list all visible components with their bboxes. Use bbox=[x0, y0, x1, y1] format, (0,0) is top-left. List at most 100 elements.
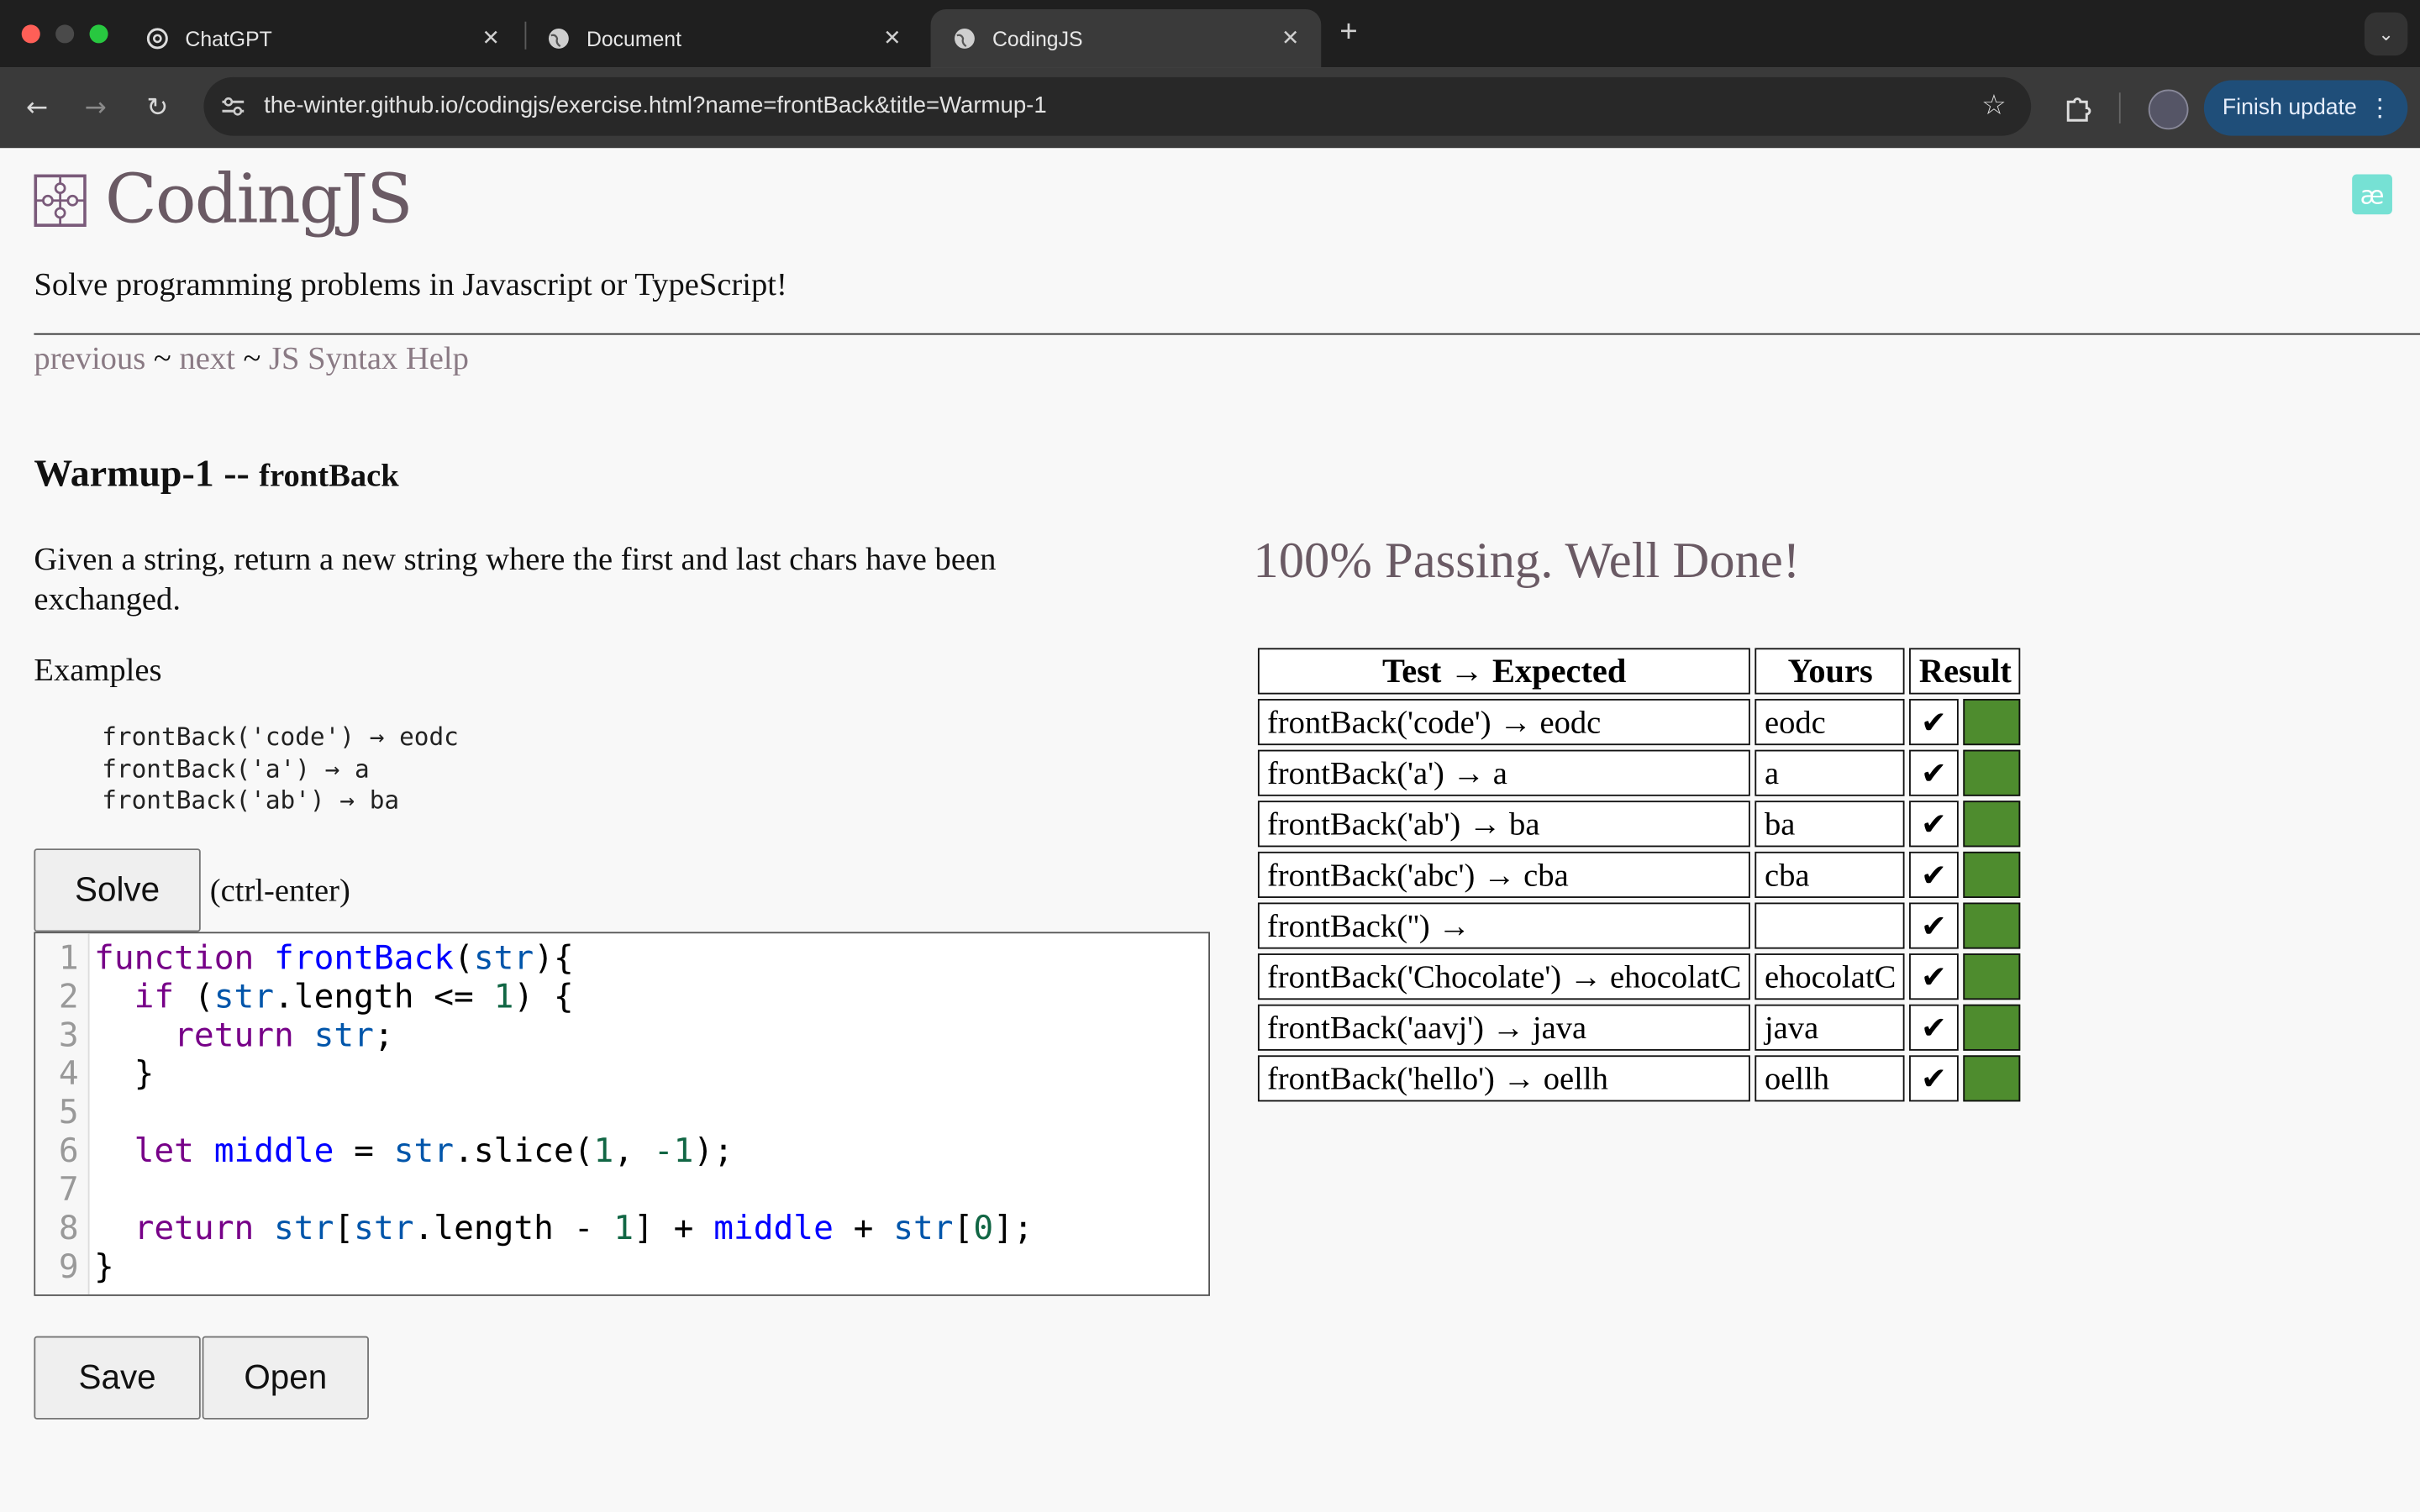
result-check-cell: ✔ bbox=[1909, 749, 1959, 796]
code-token: ]; bbox=[993, 1210, 1034, 1248]
result-check-cell: ✔ bbox=[1909, 699, 1959, 746]
table-row: frontBack('code') → eodc eodc ✔ bbox=[1257, 699, 2021, 746]
code-line: } bbox=[94, 1055, 155, 1095]
back-arrow-icon[interactable]: ← bbox=[18, 90, 55, 127]
nav-separator: ~ bbox=[243, 339, 261, 377]
code-token: str bbox=[313, 1016, 374, 1056]
previous-link[interactable]: previous bbox=[34, 339, 145, 376]
line-number: 5 bbox=[58, 1094, 79, 1133]
result-check-cell: ✔ bbox=[1909, 953, 1959, 1000]
minimize-window-button[interactable] bbox=[55, 24, 75, 44]
header-divider bbox=[34, 333, 2420, 335]
result-check-cell: ✔ bbox=[1909, 801, 1959, 848]
results-table: Test → Expected Yours Result frontBack('… bbox=[1253, 643, 2025, 1106]
code-token: } bbox=[134, 1055, 155, 1095]
extensions-puzzle-icon[interactable] bbox=[2059, 90, 2096, 127]
pass-indicator bbox=[1962, 953, 2021, 1000]
tab-search-chevron-icon[interactable]: ⌄ bbox=[2364, 12, 2408, 56]
line-number-gutter: 1 2 3 4 5 6 7 8 9 bbox=[35, 933, 90, 1295]
code-token: , bbox=[613, 1132, 654, 1172]
tab-bar: ChatGPT ✕ Document ✕ CodingJS ✕ + ⌄ bbox=[0, 0, 2420, 68]
code-token: str bbox=[393, 1132, 455, 1172]
test-cell: frontBack('code') → eodc bbox=[1257, 699, 1751, 746]
code-token: if bbox=[134, 978, 175, 1017]
code-token: .slice( bbox=[454, 1132, 594, 1172]
puzzle-logo-icon bbox=[34, 174, 87, 227]
code-token: str bbox=[354, 1210, 414, 1248]
forward-arrow-icon[interactable]: → bbox=[77, 90, 114, 127]
line-number: 1 bbox=[58, 939, 79, 979]
next-link[interactable]: next bbox=[179, 339, 234, 376]
code-line: if (str.length <= 1) { bbox=[94, 978, 574, 1016]
code-token: ) { bbox=[513, 978, 574, 1017]
exercise-nav: previous ~ next ~ JS Syntax Help bbox=[34, 339, 469, 378]
close-window-button[interactable] bbox=[21, 24, 40, 44]
syntax-help-link[interactable]: JS Syntax Help bbox=[269, 339, 469, 376]
examples-title: Examples bbox=[34, 651, 162, 689]
address-bar[interactable]: the-winter.github.io/codingjs/exercise.h… bbox=[203, 76, 2032, 136]
code-token: [ bbox=[953, 1210, 974, 1248]
column-header: Yours bbox=[1754, 648, 1906, 695]
new-tab-button[interactable]: + bbox=[1339, 15, 1357, 50]
pass-indicator bbox=[1962, 801, 2021, 848]
close-tab-icon[interactable]: ✕ bbox=[883, 24, 902, 50]
yours-cell bbox=[1754, 902, 1906, 949]
more-options-icon: ⋮ bbox=[2367, 95, 2392, 123]
test-cell: frontBack('abc') → cba bbox=[1257, 851, 1751, 898]
save-button[interactable]: Save bbox=[34, 1336, 201, 1420]
tab-title: ChatGPT bbox=[185, 27, 272, 50]
example-line: frontBack('ab') → ba bbox=[102, 785, 400, 815]
code-token: } bbox=[94, 1247, 114, 1287]
table-row: frontBack('aavj') → java java ✔ bbox=[1257, 1004, 2021, 1051]
tab-document[interactable]: Document ✕ bbox=[524, 9, 923, 68]
profile-avatar[interactable] bbox=[2148, 89, 2189, 130]
pass-indicator bbox=[1962, 902, 2021, 949]
solve-button[interactable]: Solve bbox=[34, 848, 201, 932]
table-row: frontBack('a') → a a ✔ bbox=[1257, 749, 2021, 796]
finish-update-button[interactable]: Finish update ⋮ bbox=[2203, 80, 2408, 136]
yours-cell: oellh bbox=[1754, 1055, 1906, 1102]
tagline: Solve programming problems in Javascript… bbox=[34, 265, 787, 302]
tab-codingjs[interactable]: CodingJS ✕ bbox=[930, 9, 1322, 68]
tab-chatgpt[interactable]: ChatGPT ✕ bbox=[124, 9, 522, 68]
code-token: .length - bbox=[413, 1210, 614, 1248]
results-body: frontBack('code') → eodc eodc ✔ frontBack('… bbox=[1257, 699, 2021, 1102]
code-token: + bbox=[833, 1210, 894, 1248]
browser-toolbar: ← → ↻ the-winter.github.io/codingjs/exer… bbox=[0, 67, 2420, 149]
code-token: str bbox=[274, 1210, 334, 1248]
url-text[interactable]: the-winter.github.io/codingjs/exercise.h… bbox=[264, 92, 1047, 118]
maximize-window-button[interactable] bbox=[89, 24, 108, 44]
bookmark-star-icon[interactable]: ☆ bbox=[1981, 90, 2007, 123]
code-token: middle bbox=[713, 1210, 834, 1248]
results-title: 100% Passing. Well Done! bbox=[1253, 533, 1801, 590]
code-token: return bbox=[134, 1210, 255, 1248]
test-cell: frontBack('ab') → ba bbox=[1257, 801, 1751, 848]
yours-cell: a bbox=[1754, 749, 1906, 796]
close-tab-icon[interactable]: ✕ bbox=[482, 24, 501, 50]
example-line: frontBack('code') → eodc bbox=[102, 722, 459, 752]
open-button[interactable]: Open bbox=[202, 1336, 369, 1420]
line-number: 7 bbox=[58, 1171, 79, 1210]
code-token: 1 bbox=[613, 1210, 634, 1248]
yours-cell: ba bbox=[1754, 801, 1906, 848]
tab-title: Document bbox=[586, 27, 681, 50]
ae-extension-badge[interactable]: æ bbox=[2352, 174, 2392, 215]
globe-icon bbox=[546, 26, 571, 50]
result-check-cell: ✔ bbox=[1909, 1055, 1959, 1102]
code-line: } bbox=[94, 1248, 114, 1287]
nav-separator: ~ bbox=[153, 339, 171, 377]
table-row: frontBack('hello') → oellh oellh ✔ bbox=[1257, 1055, 2021, 1102]
site-settings-icon[interactable] bbox=[219, 92, 247, 120]
site-title[interactable]: CodingJS bbox=[105, 160, 413, 239]
code-token: ] + bbox=[634, 1210, 714, 1248]
table-row: frontBack('Chocolate') → ehocolatC ehocol… bbox=[1257, 953, 2021, 1000]
globe-icon bbox=[952, 26, 976, 50]
reload-icon[interactable]: ↻ bbox=[139, 90, 176, 127]
test-cell: frontBack('hello') → oellh bbox=[1257, 1055, 1751, 1102]
code-token: str bbox=[473, 939, 534, 979]
test-cell: frontBack('a') → a bbox=[1257, 749, 1751, 796]
code-editor[interactable]: 1 2 3 4 5 6 7 8 9 function frontBack(str… bbox=[34, 932, 1210, 1296]
line-number: 9 bbox=[58, 1247, 79, 1287]
close-tab-icon[interactable]: ✕ bbox=[1281, 24, 1300, 50]
